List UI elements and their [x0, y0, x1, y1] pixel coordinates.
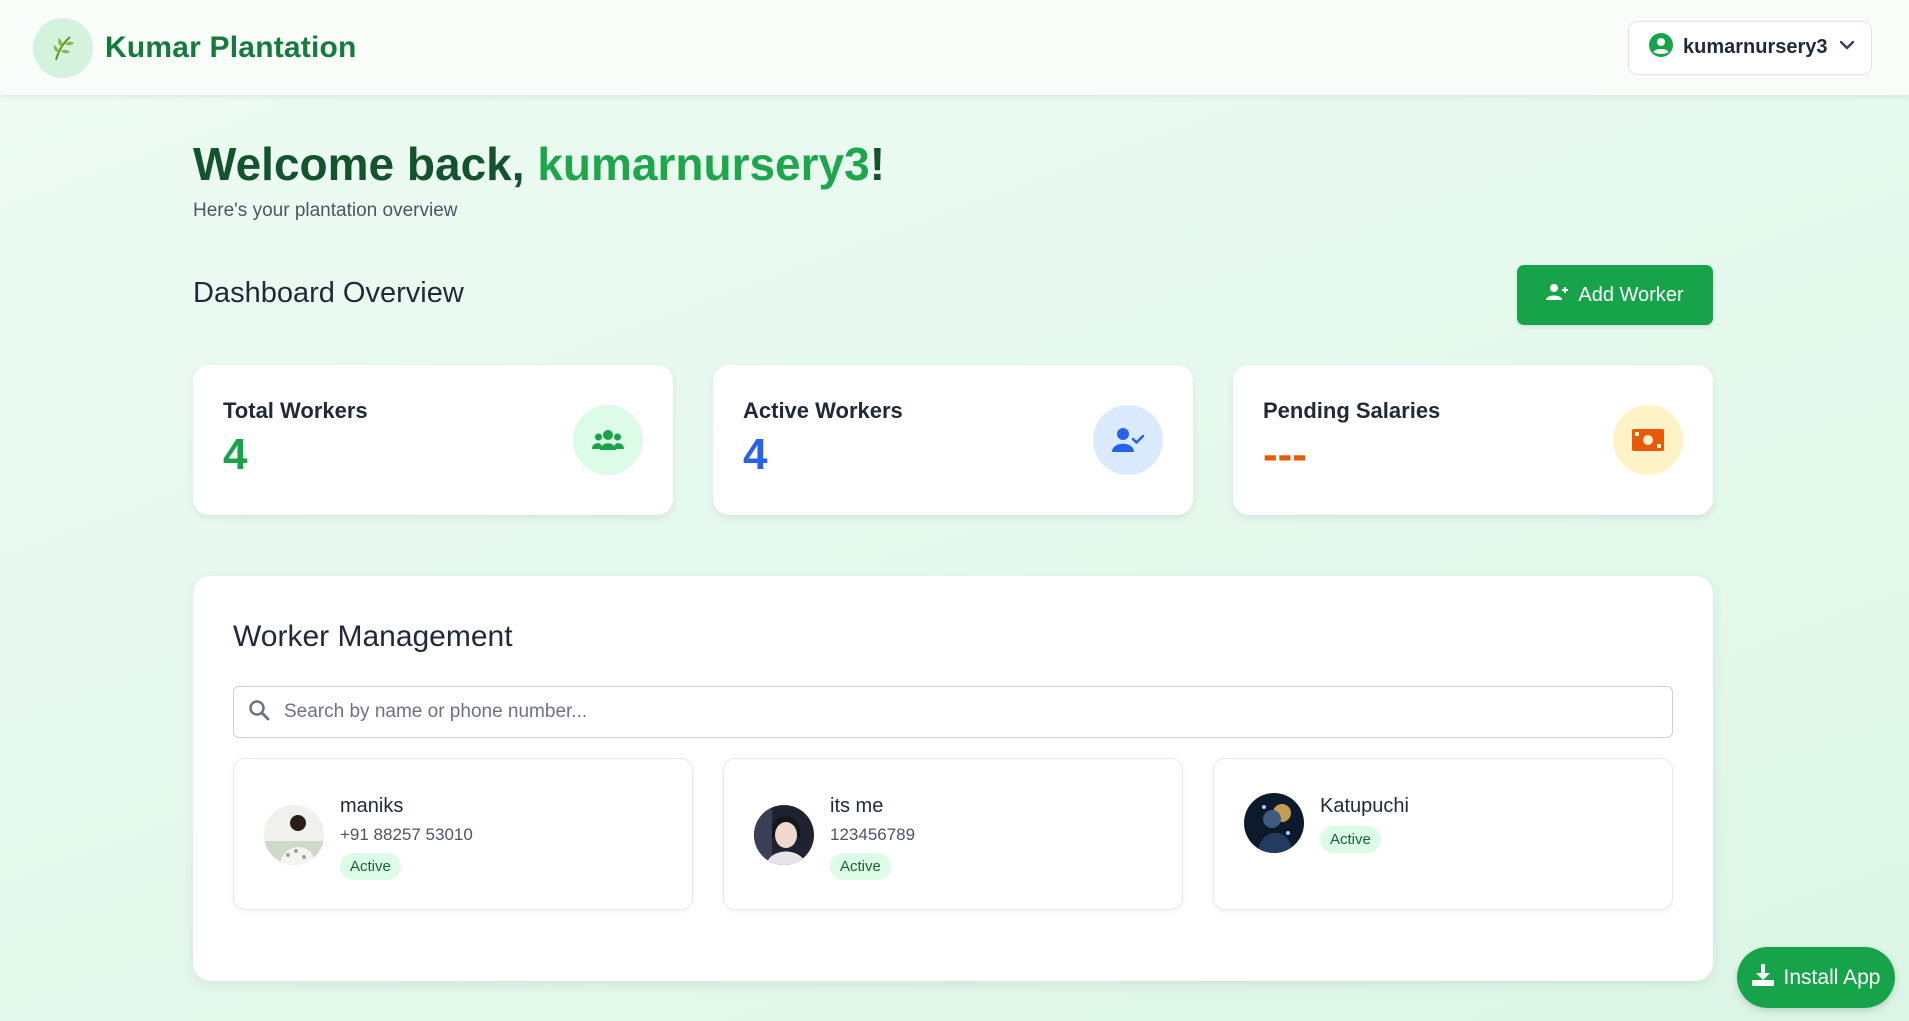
add-worker-button[interactable]: Add Worker — [1517, 265, 1713, 325]
worker-name: maniks — [340, 795, 404, 817]
leaf-icon — [33, 17, 93, 78]
avatar — [1244, 793, 1304, 853]
users-icon — [573, 405, 643, 475]
welcome-heading: Welcome back, kumarnursery3! — [193, 137, 885, 191]
worker-name: Katupuchi — [1320, 795, 1409, 817]
worker-info: its me 123456789 Active — [830, 795, 915, 880]
welcome-prefix: Welcome back, — [193, 138, 538, 190]
welcome-subtitle: Here's your plantation overview — [193, 200, 458, 221]
search-icon — [248, 699, 270, 726]
user-menu-button[interactable]: kumarnursery3 — [1628, 20, 1872, 75]
worker-info: maniks +91 88257 53010 Active — [340, 795, 473, 880]
status-badge: Active — [1320, 826, 1381, 853]
worker-info: Katupuchi Active — [1320, 795, 1409, 853]
stat-card-active-workers: Active Workers 4 — [713, 365, 1193, 515]
user-circle-icon — [1649, 33, 1673, 62]
dashboard-title: Dashboard Overview — [193, 277, 464, 309]
worker-name: its me — [830, 795, 884, 817]
worker-card[interactable]: maniks +91 88257 53010 Active — [233, 758, 693, 910]
stat-card-pending-salaries: Pending Salaries --- — [1233, 365, 1713, 515]
worker-management-title: Worker Management — [233, 620, 513, 653]
brand-name: Kumar Plantation — [105, 30, 357, 64]
status-badge: Active — [340, 853, 401, 880]
money-bill-icon — [1613, 405, 1683, 475]
avatar — [754, 805, 814, 865]
install-app-label: Install App — [1783, 965, 1881, 989]
user-check-icon — [1093, 405, 1163, 475]
worker-card[interactable]: its me 123456789 Active — [723, 758, 1183, 910]
worker-phone: +91 88257 53010 — [340, 825, 473, 844]
brand[interactable]: Kumar Plantation — [33, 17, 357, 78]
stats-row: Total Workers 4 Active Workers 4 Pending… — [193, 365, 1713, 515]
status-badge: Active — [830, 853, 891, 880]
avatar — [264, 805, 324, 865]
welcome-username: kumarnursery3 — [537, 138, 870, 190]
search-box[interactable] — [233, 686, 1673, 738]
search-input[interactable] — [284, 701, 1658, 723]
top-header: Kumar Plantation kumarnursery3 — [0, 0, 1909, 95]
chevron-down-icon — [1838, 36, 1856, 59]
username-label: kumarnursery3 — [1683, 36, 1828, 58]
download-icon — [1751, 963, 1774, 992]
welcome-suffix: ! — [869, 138, 886, 190]
stat-card-total-workers: Total Workers 4 — [193, 365, 673, 515]
worker-card[interactable]: Katupuchi Active — [1213, 758, 1673, 910]
add-worker-label: Add Worker — [1578, 283, 1684, 306]
worker-list: maniks +91 88257 53010 Active its me 123… — [233, 758, 1673, 910]
worker-phone: 123456789 — [830, 825, 916, 844]
worker-management-panel: Worker Management Search by name or phon… — [193, 576, 1713, 981]
user-plus-icon — [1546, 283, 1569, 307]
install-app-button[interactable]: Install App — [1737, 947, 1895, 1008]
